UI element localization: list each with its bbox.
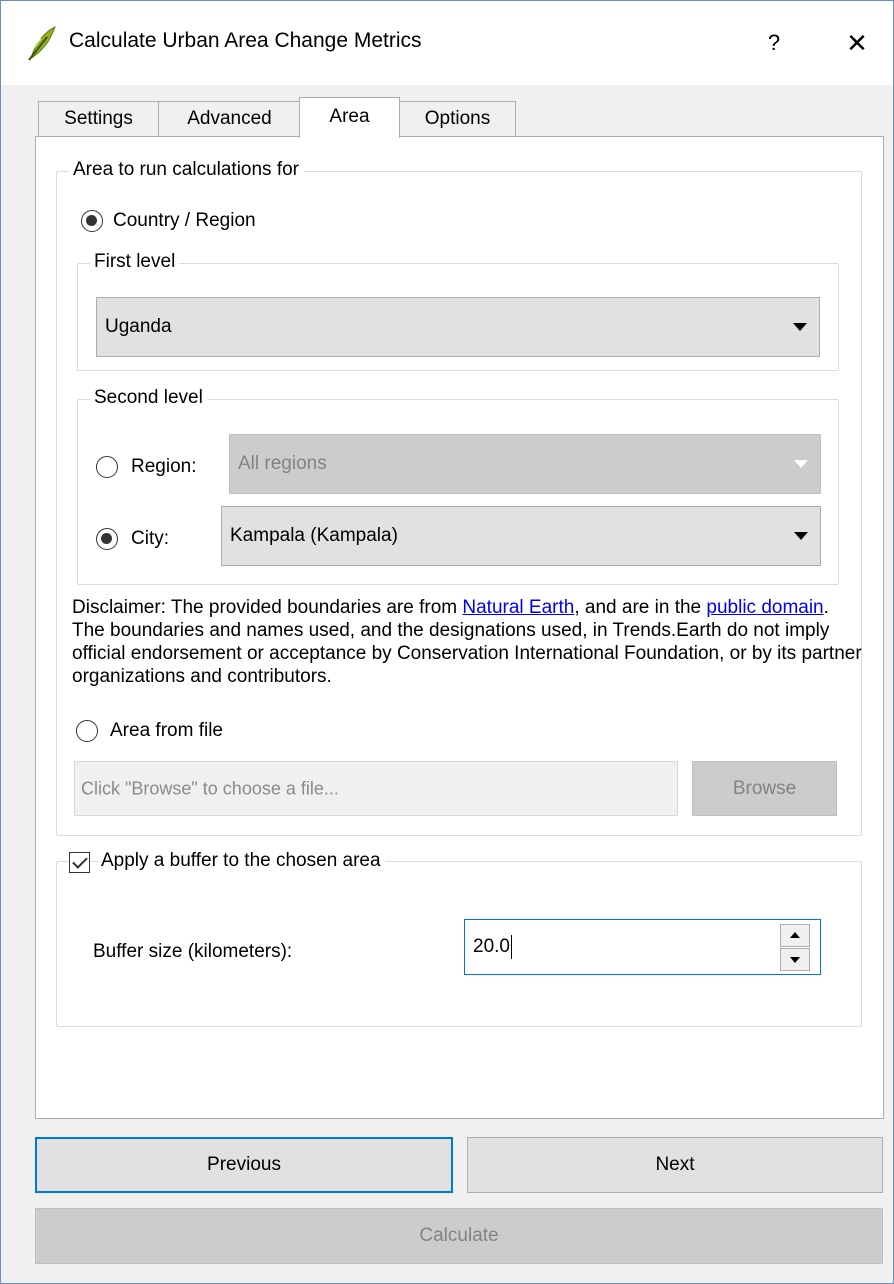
buffer-size-text: 20.0 bbox=[473, 936, 510, 958]
spin-down-icon[interactable] bbox=[780, 948, 810, 971]
tab-settings[interactable]: Settings bbox=[38, 101, 159, 137]
browse-button[interactable]: Browse bbox=[692, 761, 837, 816]
city-combo[interactable]: Kampala (Kampala) bbox=[221, 506, 821, 566]
next-button[interactable]: Next bbox=[467, 1137, 883, 1193]
disclaimer-text: Disclaimer: The provided boundaries are … bbox=[72, 596, 862, 688]
tab-options[interactable]: Options bbox=[399, 101, 516, 137]
public-domain-link[interactable]: public domain bbox=[706, 597, 823, 618]
region-label[interactable]: Region: bbox=[131, 456, 197, 478]
first-level-value: Uganda bbox=[105, 316, 172, 337]
tab-advanced[interactable]: Advanced bbox=[158, 101, 301, 137]
city-radio[interactable] bbox=[96, 528, 118, 550]
country-region-label[interactable]: Country / Region bbox=[113, 210, 256, 232]
apply-buffer-label[interactable]: Apply a buffer to the chosen area bbox=[101, 850, 385, 872]
calculate-button[interactable]: Calculate bbox=[35, 1208, 883, 1264]
disclaimer-part: , and are in the bbox=[574, 597, 707, 618]
chevron-down-icon bbox=[793, 323, 807, 331]
tab-area[interactable]: Area bbox=[299, 97, 400, 138]
close-button[interactable]: ✕ bbox=[837, 23, 877, 63]
buffer-size-value[interactable]: 20.0 bbox=[473, 935, 512, 959]
file-path-placeholder: Click "Browse" to choose a file... bbox=[81, 778, 339, 798]
help-button[interactable]: ? bbox=[757, 23, 791, 63]
second-level-group: Second level Region: All regions City: K… bbox=[77, 387, 839, 585]
first-level-title: First level bbox=[90, 251, 180, 273]
first-level-combo[interactable]: Uganda bbox=[96, 297, 820, 357]
disclaimer-part: Disclaimer: The provided boundaries are … bbox=[72, 597, 463, 618]
second-level-title: Second level bbox=[90, 387, 207, 409]
country-region-radio[interactable] bbox=[81, 210, 103, 232]
natural-earth-link[interactable]: Natural Earth bbox=[462, 597, 574, 618]
chevron-down-icon bbox=[794, 460, 808, 468]
buffer-size-label: Buffer size (kilometers): bbox=[93, 941, 293, 962]
qgis-leaf-icon bbox=[28, 25, 56, 61]
region-value: All regions bbox=[238, 453, 327, 474]
file-path-input[interactable]: Click "Browse" to choose a file... bbox=[74, 761, 678, 816]
spin-up-icon[interactable] bbox=[780, 924, 810, 947]
apply-buffer-checkbox[interactable] bbox=[69, 852, 90, 873]
text-caret bbox=[510, 935, 512, 959]
first-level-group: First level Uganda bbox=[77, 251, 839, 371]
buffer-size-spinbox[interactable]: 20.0 bbox=[464, 919, 821, 975]
tab-panel-area: Area to run calculations for Country / R… bbox=[35, 136, 884, 1119]
city-value: Kampala (Kampala) bbox=[230, 525, 398, 546]
previous-button[interactable]: Previous bbox=[35, 1137, 453, 1193]
area-from-file-radio[interactable] bbox=[76, 720, 98, 742]
area-from-file-label[interactable]: Area from file bbox=[110, 720, 223, 742]
region-radio[interactable] bbox=[96, 456, 118, 478]
dialog-window: Calculate Urban Area Change Metrics ? ✕ … bbox=[0, 0, 894, 1284]
city-label[interactable]: City: bbox=[131, 528, 169, 550]
window-title: Calculate Urban Area Change Metrics bbox=[69, 29, 422, 52]
chevron-down-icon bbox=[794, 532, 808, 540]
spin-buttons bbox=[780, 924, 810, 972]
area-group-title: Area to run calculations for bbox=[69, 159, 304, 181]
buffer-group: Apply a buffer to the chosen area Buffer… bbox=[56, 850, 862, 1027]
region-combo[interactable]: All regions bbox=[229, 434, 821, 494]
title-bar: Calculate Urban Area Change Metrics ? ✕ bbox=[1, 1, 893, 85]
